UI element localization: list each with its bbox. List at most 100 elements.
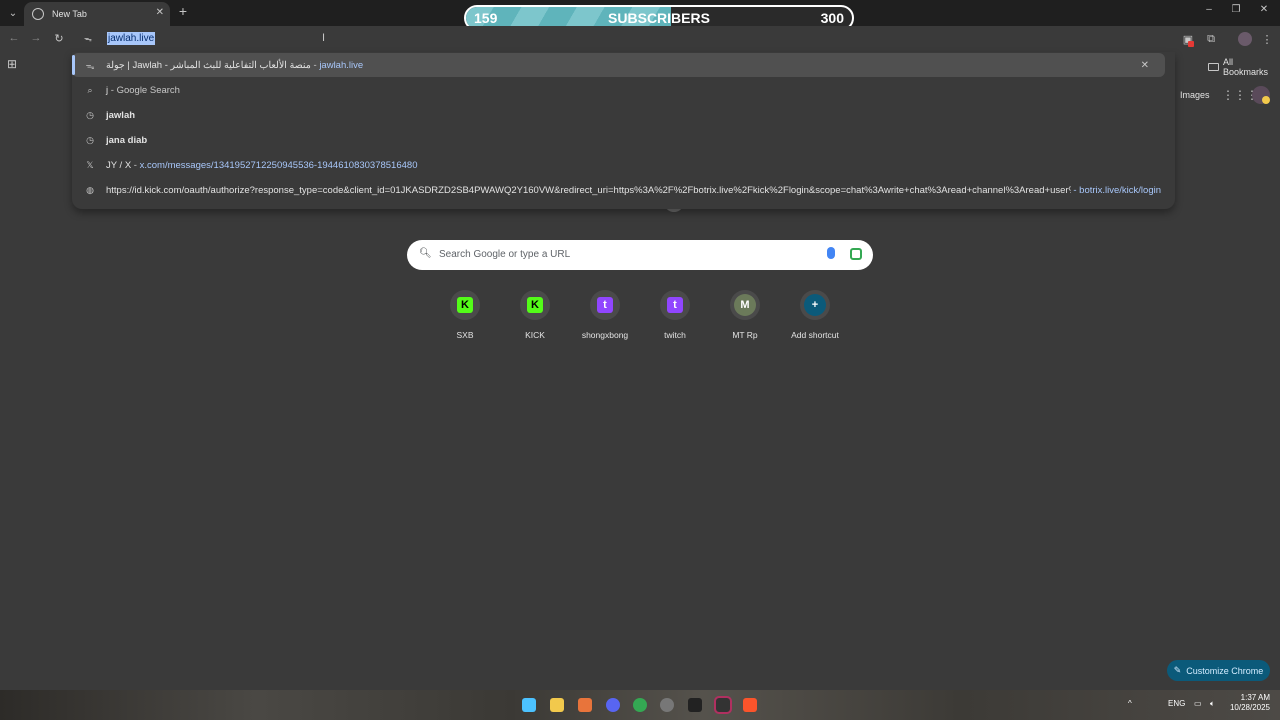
customize-label: Customize Chrome	[1186, 665, 1264, 676]
shortcut-tile[interactable]: M MT Rp	[715, 290, 775, 340]
date: 10/28/2025	[1229, 703, 1270, 712]
all-bookmarks-button[interactable]: All Bookmarks	[1208, 57, 1280, 77]
suggestion-title: https://id.kick.com/oauth/authorize?resp…	[106, 184, 1071, 196]
subscriber-label: SUBSCRIBERS	[608, 10, 710, 26]
suggestion-text: منصة الألعاب التفاعلية للبث المباشر - Ja…	[106, 60, 363, 71]
suggestion-text: jawlah	[106, 110, 135, 121]
shortcut-tile[interactable]: t shongxbong	[575, 290, 635, 340]
omnibox-input[interactable]: jawlah.live	[107, 32, 156, 45]
site-info-icon[interactable]: ᯓ	[84, 33, 92, 44]
toolbar: ← → ↻	[0, 26, 1280, 52]
suggestion-row[interactable]: ᯓ منصة الألعاب التفاعلية للبث المباشر - J…	[72, 53, 1165, 77]
shortcut-label: MT Rp	[732, 330, 758, 340]
suggestion-url: Google Search	[116, 84, 180, 96]
tray-chevron-icon[interactable]: ^	[1128, 699, 1132, 708]
site-favicon: ᯓ	[85, 60, 95, 71]
suggestion-text: j - Google Search	[106, 85, 180, 96]
shortcut-favicon-icon: M	[734, 294, 756, 316]
epic-games-icon[interactable]	[714, 696, 732, 714]
windows-start-icon[interactable]	[522, 698, 536, 712]
shortcut-tile[interactable]: + Add shortcut	[785, 290, 845, 340]
time: 1:37 AM	[1240, 693, 1270, 702]
shortcut-label: shongxbong	[581, 330, 629, 340]
suggestion-destination: - botrix.live/kick/login	[1073, 184, 1161, 196]
subscriber-current: 159	[474, 10, 498, 26]
history-icon: ◷	[86, 109, 94, 120]
lens-icon[interactable]	[850, 248, 862, 260]
suggestion-row[interactable]: ◷ jawlah	[72, 103, 1175, 127]
forward-icon[interactable]: →	[29, 32, 43, 44]
suggestion-row[interactable]: ⌕ j - Google Search	[72, 78, 1175, 102]
shortcut-icon-circle: M	[730, 290, 760, 320]
volume-icon[interactable]: 🔈︎	[1210, 699, 1215, 709]
new-tab-button[interactable]: +	[176, 3, 190, 19]
shortcut-label: twitch	[664, 330, 686, 340]
close-tab-icon[interactable]: ✕	[156, 7, 164, 18]
suggestion-title: jawlah	[106, 109, 136, 121]
shortcut-icon-circle: K	[520, 290, 550, 320]
shortcut-icon-circle: t	[590, 290, 620, 320]
shortcut-icon-circle: +	[800, 290, 830, 320]
shortcut-label: Add shortcut	[791, 330, 839, 340]
pencil-icon: ✎	[1173, 665, 1182, 675]
search-icon: 🔍︎	[419, 248, 432, 259]
chrome-icon[interactable]	[633, 698, 647, 712]
separator: -	[131, 159, 140, 171]
app-icon[interactable]	[660, 698, 674, 712]
shortcut-tile[interactable]: t twitch	[645, 290, 705, 340]
shortcut-tile[interactable]: K SXB	[435, 290, 495, 340]
shortcut-favicon-icon: t	[597, 297, 613, 313]
extension-badge	[1188, 41, 1194, 47]
tab-new-tab[interactable]: New Tab ✕	[24, 2, 170, 26]
minimize-icon[interactable]: –	[1201, 4, 1217, 15]
suggestion-title: منصة الألعاب التفاعلية للبث المباشر - Ja…	[106, 59, 311, 71]
maximize-icon[interactable]: ❐	[1228, 4, 1244, 15]
search-box[interactable]: 🔍︎ Search Google or type a URL	[407, 240, 873, 270]
discord-icon[interactable]	[606, 698, 620, 712]
close-window-icon[interactable]: ✕	[1256, 4, 1272, 15]
add-icon: +	[804, 294, 826, 316]
language-indicator[interactable]: ENG	[1168, 699, 1185, 708]
search-icon: ⌕	[87, 84, 93, 95]
shortcut-favicon-icon: K	[457, 297, 473, 313]
x-logo-icon: 𝕏	[86, 159, 94, 170]
shortcut-label: KICK	[525, 330, 545, 340]
extensions-puzzle-icon[interactable]: ⧉	[1204, 33, 1218, 46]
suggestion-url: jawlah.live	[319, 59, 364, 71]
shortcut-favicon-icon: K	[527, 297, 543, 313]
images-link[interactable]: Images	[1180, 90, 1210, 100]
menu-kebab-icon[interactable]: ⋮	[1260, 33, 1274, 46]
back-icon[interactable]: ←	[7, 32, 21, 44]
avatar-badge	[1262, 96, 1270, 104]
brave-icon[interactable]	[743, 698, 757, 712]
suggestion-row[interactable]: ◷ jana diab	[72, 128, 1175, 152]
separator: -	[108, 84, 117, 96]
steam-icon[interactable]	[688, 698, 702, 712]
apps-grid-icon[interactable]: ⊞	[7, 57, 17, 71]
subscriber-goal: 300	[820, 10, 844, 26]
shortcut-icon-circle: K	[450, 290, 480, 320]
file-explorer-icon[interactable]	[550, 698, 564, 712]
microphone-icon[interactable]	[827, 247, 835, 259]
globe-icon	[32, 8, 44, 20]
suggestion-row[interactable]: 𝕏 JY / X - x.com/messages/134195271225094…	[72, 153, 1175, 177]
customize-chrome-button[interactable]: ✎ Customize Chrome	[1167, 660, 1270, 681]
suggestion-row[interactable]: ◍ https://id.kick.com/oauth/authorize?res…	[72, 178, 1175, 202]
taskbar: ^ ENG ▭ 🔈︎ 1:37 AM 10/28/2025	[0, 690, 1280, 720]
tab-title: New Tab	[52, 9, 87, 19]
display-icon[interactable]: ▭	[1194, 699, 1202, 708]
remove-suggestion-icon[interactable]: ✕	[1141, 60, 1149, 71]
tab-search-chevron-icon[interactable]: ⌄	[4, 4, 22, 22]
clock[interactable]: 1:37 AM 10/28/2025	[1228, 693, 1270, 713]
suggestion-url: x.com/messages/1341952712250945536-19446…	[139, 159, 418, 171]
suggestion-text: https://id.kick.com/oauth/authorize?resp…	[106, 185, 1071, 196]
suggestion-text: jana diab	[106, 135, 147, 146]
shortcut-label: SXB	[456, 330, 474, 340]
selection-indicator	[72, 55, 75, 75]
reload-icon[interactable]: ↻	[52, 32, 66, 45]
folder-icon	[1208, 63, 1219, 71]
app-icon[interactable]	[578, 698, 592, 712]
shortcut-tile[interactable]: K KICK	[505, 290, 565, 340]
shortcut-favicon-icon: t	[667, 297, 683, 313]
profile-avatar[interactable]	[1238, 32, 1252, 46]
